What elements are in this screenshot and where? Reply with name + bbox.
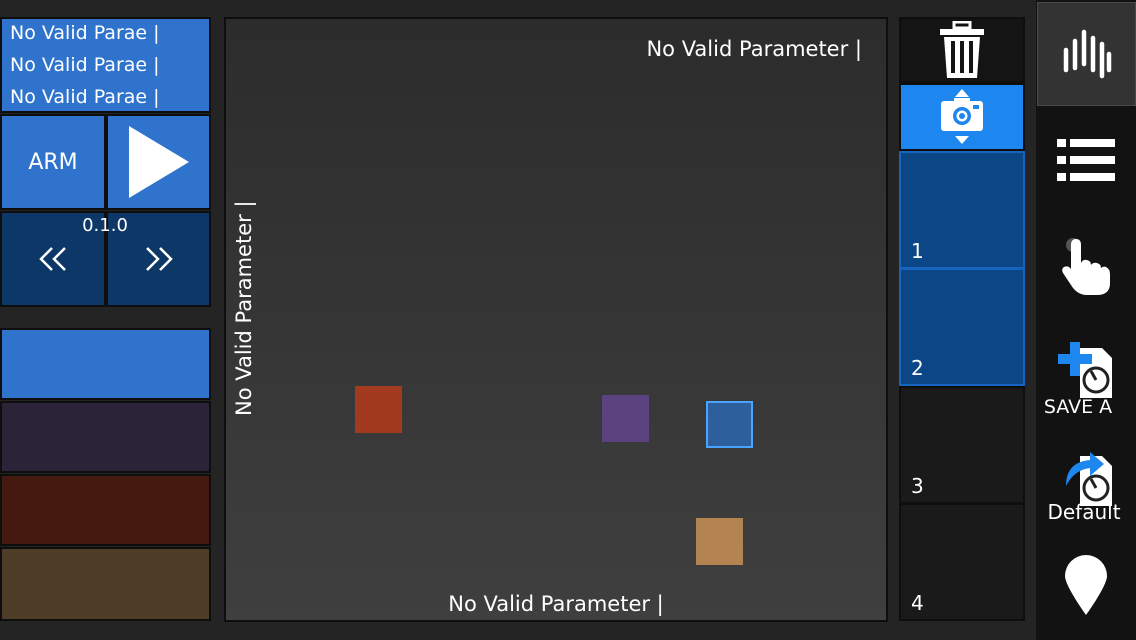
pad-node-tan[interactable]	[696, 518, 743, 565]
save-preset-button[interactable]	[1036, 340, 1136, 400]
pad-bottom-label: No Valid Parameter |	[448, 592, 664, 616]
parameter-row[interactable]: No Valid Parae |	[2, 51, 209, 83]
trash-icon	[940, 21, 984, 78]
snapshot-number: 1	[911, 239, 924, 263]
sidebar-mixer-button[interactable]	[1037, 2, 1136, 106]
snapshot-slot-3[interactable]: 3	[899, 386, 1025, 504]
pad-node-red[interactable]	[355, 386, 402, 433]
play-icon	[128, 126, 189, 198]
touch-hand-icon	[1062, 238, 1110, 295]
fast-forward-icon	[145, 247, 173, 271]
load-default-button[interactable]	[1036, 448, 1136, 508]
snapshot-number: 3	[911, 474, 924, 498]
pad-node-purple[interactable]	[602, 395, 649, 442]
snapshot-number: 4	[911, 591, 924, 615]
snapshot-number: 2	[911, 356, 924, 380]
snapshot-slot-2[interactable]: 2	[899, 268, 1025, 386]
save-preset-label: SAVE A	[1043, 396, 1113, 418]
parameter-row[interactable]: No Valid Parae |	[2, 83, 209, 115]
sidebar-list-button[interactable]	[1036, 130, 1136, 190]
save-preset-icon	[1058, 342, 1112, 398]
load-default-label: Default	[1047, 500, 1121, 524]
location-pin-icon	[1065, 555, 1107, 615]
color-swatch-brown[interactable]	[0, 547, 211, 621]
sidebar-location-button[interactable]	[1036, 552, 1136, 618]
play-button[interactable]	[106, 114, 211, 210]
pad-top-label: No Valid Parameter |	[646, 37, 862, 61]
snapshot-slot-1[interactable]: 1	[899, 151, 1025, 269]
parameter-list[interactable]: No Valid Parae | No Valid Parae | No Val…	[0, 17, 211, 113]
rewind-icon	[39, 247, 66, 271]
color-swatch-purple[interactable]	[0, 401, 211, 473]
color-swatch-red[interactable]	[0, 474, 211, 546]
snapshot-camera-button[interactable]	[899, 83, 1025, 151]
list-icon	[1057, 139, 1115, 181]
color-swatch-blue[interactable]	[0, 328, 211, 400]
camera-icon	[941, 89, 983, 144]
snapshot-slot-4[interactable]: 4	[899, 503, 1025, 621]
version-label: 0.1.0	[82, 215, 128, 236]
arm-button[interactable]: ARM	[0, 114, 106, 210]
waveform-icon	[1063, 29, 1111, 79]
xy-pad[interactable]: No Valid Parameter | No Valid Parameter …	[224, 17, 888, 622]
load-default-icon	[1066, 452, 1112, 506]
pad-node-blue[interactable]	[706, 401, 753, 448]
delete-button[interactable]	[899, 17, 1025, 83]
pad-left-label: No Valid Parameter |	[232, 200, 256, 416]
parameter-row[interactable]: No Valid Parae |	[2, 19, 209, 51]
sidebar-touch-button[interactable]	[1036, 232, 1136, 298]
arm-label: ARM	[28, 149, 78, 175]
